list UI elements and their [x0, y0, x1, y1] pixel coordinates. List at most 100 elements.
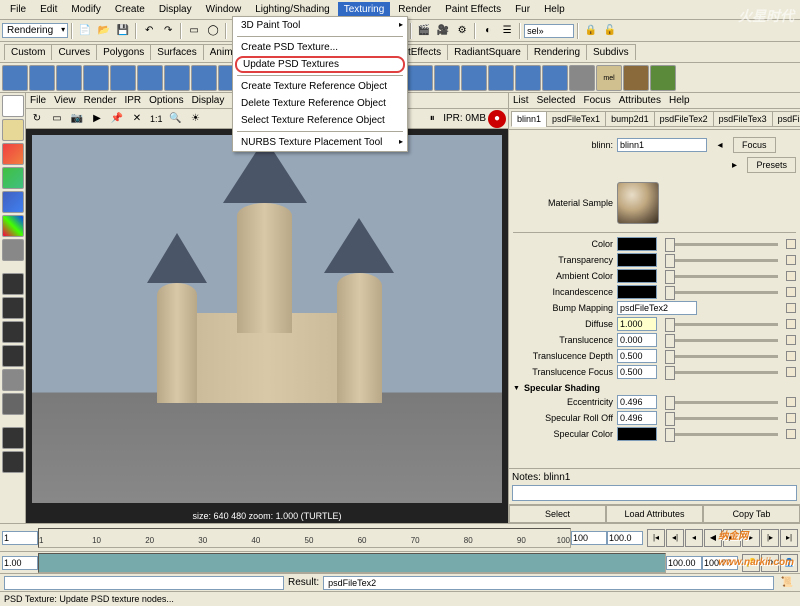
layout-outliner-icon[interactable] [2, 345, 24, 367]
shelf-prism-icon[interactable] [164, 65, 190, 91]
shelf-script-icon[interactable] [569, 65, 595, 91]
attr-menu-attributes[interactable]: Attributes [619, 95, 661, 106]
shelf-misc8-icon[interactable] [515, 65, 541, 91]
menu-help[interactable]: Help [538, 2, 571, 17]
shelf-plugin-icon[interactable] [650, 65, 676, 91]
timeline-track[interactable]: 1 10 20 30 40 50 60 70 80 90 100 [38, 528, 571, 548]
snapshot-icon[interactable]: 📷 [68, 110, 86, 128]
teapot-icon[interactable] [2, 369, 24, 391]
render-canvas[interactable] [26, 129, 508, 509]
diffuse-slider[interactable] [665, 323, 778, 326]
render-view-icon[interactable] [2, 451, 24, 473]
shelf-sphere-icon[interactable] [2, 65, 28, 91]
play-fwd-icon[interactable]: ▶ [723, 529, 741, 547]
manip-tool-icon[interactable] [2, 215, 24, 237]
attr-tab-psd2[interactable]: psdFileTex2 [654, 111, 714, 127]
node-name-input[interactable] [617, 138, 707, 152]
menu-createpsd[interactable]: Create PSD Texture... [233, 39, 407, 56]
mode-dropdown[interactable]: Rendering [2, 23, 68, 38]
shelf-tab-curves[interactable]: Curves [51, 44, 97, 60]
exposure-icon[interactable]: ☀ [187, 110, 205, 128]
transluc-d-input[interactable] [617, 349, 657, 363]
shelf-torus-icon[interactable] [137, 65, 163, 91]
select-button[interactable]: Select [509, 505, 606, 523]
copy-tab-button[interactable]: Copy Tab [703, 505, 800, 523]
frame-start-input[interactable] [2, 531, 38, 545]
color-map-icon[interactable] [786, 239, 796, 249]
scale-tool-icon[interactable] [2, 191, 24, 213]
menu-3dpaint[interactable]: 3D Paint Tool [233, 17, 407, 34]
sel-field[interactable] [524, 24, 574, 38]
prev-key-icon[interactable]: ◂ [685, 529, 703, 547]
transparency-slider[interactable] [665, 259, 778, 262]
layout-four-icon[interactable] [2, 297, 24, 319]
lasso-icon[interactable]: ◯ [204, 22, 222, 40]
move-tool-icon[interactable] [2, 143, 24, 165]
shelf-mel-icon[interactable]: mel [596, 65, 622, 91]
file-save-icon[interactable]: 💾 [114, 22, 132, 40]
incand-swatch[interactable] [617, 285, 657, 299]
shelf-misc9-icon[interactable] [542, 65, 568, 91]
shelf-misc4-icon[interactable] [407, 65, 433, 91]
next-key-icon[interactable]: ▸ [742, 529, 760, 547]
range-end2-input[interactable] [702, 556, 738, 570]
transluc-d-slider[interactable] [665, 355, 778, 358]
last-tool-icon[interactable] [2, 239, 24, 261]
undo-icon[interactable]: ↶ [140, 22, 158, 40]
rolloff-slider[interactable] [665, 417, 778, 420]
transluc-d-map-icon[interactable] [786, 351, 796, 361]
keep-image-icon[interactable]: 📌 [108, 110, 126, 128]
range-end-input[interactable] [666, 556, 702, 570]
bump-map-icon[interactable] [786, 303, 796, 313]
shelf-misc6-icon[interactable] [461, 65, 487, 91]
menu-deleteref[interactable]: Delete Texture Reference Object [233, 95, 407, 112]
vp-menu-view[interactable]: View [54, 95, 76, 106]
shelf-tab-surfaces[interactable]: Surfaces [150, 44, 203, 60]
focus-button[interactable]: Focus [733, 137, 776, 153]
menu-render[interactable]: Render [392, 2, 437, 17]
ipr-icon[interactable]: 🎥 [434, 22, 452, 40]
load-attributes-button[interactable]: Load Attributes [606, 505, 703, 523]
graph-icon[interactable] [2, 393, 24, 415]
nav-back-icon[interactable]: ◂ [711, 136, 729, 154]
range-track[interactable] [38, 553, 666, 573]
shelf-misc5-icon[interactable] [434, 65, 460, 91]
attr-menu-list[interactable]: List [513, 95, 529, 106]
ambient-slider[interactable] [665, 275, 778, 278]
ambient-swatch[interactable] [617, 269, 657, 283]
hyper-icon[interactable] [2, 427, 24, 449]
shelf-plane-icon[interactable] [110, 65, 136, 91]
incand-map-icon[interactable] [786, 287, 796, 297]
attr-menu-selected[interactable]: Selected [537, 95, 576, 106]
menu-window[interactable]: Window [200, 2, 248, 17]
render-icon[interactable]: 🎬 [415, 22, 433, 40]
lock-icon[interactable]: 🔒 [582, 22, 600, 40]
transparency-map-icon[interactable] [786, 255, 796, 265]
attr-tab-bump[interactable]: bump2d1 [605, 111, 655, 127]
lasso-tool-icon[interactable] [2, 119, 24, 141]
fast-fwd-icon[interactable]: ▸| [780, 529, 798, 547]
zoom-icon[interactable]: 🔍 [167, 110, 185, 128]
rolloff-map-icon[interactable] [786, 413, 796, 423]
prefs-icon[interactable]: ⚙ [761, 554, 779, 572]
shelf-cylinder-icon[interactable] [56, 65, 82, 91]
unlock-icon[interactable]: 🔓 [601, 22, 619, 40]
rotate-tool-icon[interactable] [2, 167, 24, 189]
menu-edit[interactable]: Edit [34, 2, 63, 17]
menu-updatepsd[interactable]: Update PSD Textures [235, 56, 405, 73]
shelf-tab-polygons[interactable]: Polygons [96, 44, 151, 60]
menu-texturing[interactable]: Texturing [338, 2, 391, 17]
specular-section-header[interactable]: Specular Shading [513, 383, 796, 393]
menu-nurbstex[interactable]: NURBS Texture Placement Tool [233, 134, 407, 151]
attr-tab-psd4[interactable]: psdFileTex4 [772, 111, 800, 127]
bump-input[interactable] [617, 301, 697, 315]
shelf-tab-subdivs[interactable]: Subdivs [586, 44, 636, 60]
transluc-input[interactable] [617, 333, 657, 347]
render-region-icon[interactable]: ▭ [48, 110, 66, 128]
autokey-icon[interactable]: 🔑 [742, 554, 760, 572]
spec-color-slider[interactable] [665, 433, 778, 436]
redo-icon[interactable]: ↷ [159, 22, 177, 40]
current-frame-input[interactable] [607, 531, 643, 545]
layout-single-icon[interactable] [2, 273, 24, 295]
spec-color-map-icon[interactable] [786, 429, 796, 439]
